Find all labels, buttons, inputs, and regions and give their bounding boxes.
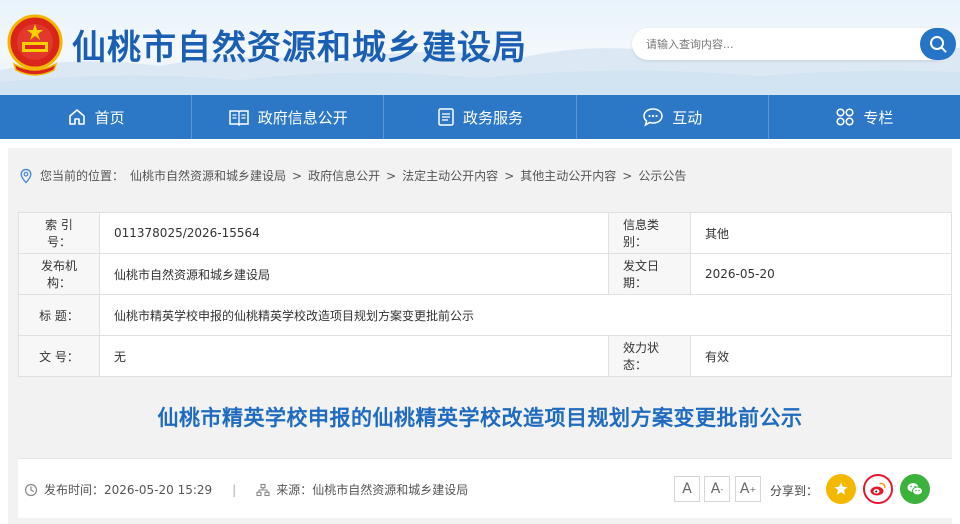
nav-item-home[interactable]: 首页 <box>0 95 193 139</box>
publish-time-label: 发布时间： <box>44 483 105 497</box>
breadcrumb-link[interactable]: 政府信息公开 <box>308 167 380 184</box>
breadcrumb-prefix: 您当前的位置： <box>40 169 125 183</box>
clock-icon <box>24 483 38 496</box>
share-label: 分享到： <box>770 484 819 498</box>
table-row: 发布机构： 仙桃市自然资源和城乡建设局 发文日期： 2026-05-20 <box>18 253 952 295</box>
location-icon <box>20 168 32 184</box>
nav-item-gov-info[interactable]: 政府信息公开 <box>192 95 385 139</box>
meta-divider: | <box>232 482 237 497</box>
nav-label: 互动 <box>672 108 703 127</box>
font-minus-mark: - <box>720 484 724 494</box>
font-size-large-button[interactable]: A + <box>735 476 761 502</box>
grid-icon <box>836 108 854 126</box>
category-label: 信息类别： <box>608 212 691 254</box>
table-row: 标 题： 仙桃市精英学校申报的仙桃精英学校改造项目规划方案变更批前公示 <box>18 294 952 336</box>
source-label: 来源： <box>276 483 313 497</box>
font-size-glyph: A <box>739 481 750 497</box>
source-value: 仙桃市自然资源和城乡建设局 <box>312 483 469 497</box>
date-label: 发文日期： <box>608 253 691 295</box>
font-plus-mark: + <box>749 484 757 494</box>
date-value: 2026-05-20 <box>690 253 952 295</box>
site-header: 仙桃市自然资源和城乡建设局 <box>0 0 960 95</box>
table-row: 索 引 号： 011378025/2026-15564 信息类别： 其他 <box>18 212 952 254</box>
article-meta-bar: 发布时间： 2026-05-20 15:29 | 来源： 仙桃市自然资源和城乡建… <box>18 458 952 518</box>
national-emblem <box>7 14 63 76</box>
site-title: 仙桃市自然资源和城乡建设局 <box>72 28 527 68</box>
title-value: 仙桃市精英学校申报的仙桃精英学校改造项目规划方案变更批前公示 <box>99 294 952 336</box>
org-icon <box>256 483 270 496</box>
docno-value: 无 <box>99 335 609 377</box>
category-value: 其他 <box>690 212 952 254</box>
index-label: 索 引 号： <box>18 212 100 254</box>
breadcrumb-separator: > <box>504 168 515 183</box>
publish-time-value: 2026-05-20 15:29 <box>104 482 213 497</box>
nav-label: 政务服务 <box>463 108 524 127</box>
breadcrumb-link[interactable]: 其他主动公开内容 <box>520 167 616 184</box>
search-button[interactable] <box>920 28 956 60</box>
table-row: 文 号： 无 效力状态： 有效 <box>18 335 952 377</box>
breadcrumb-link[interactable]: 仙桃市自然资源和城乡建设局 <box>130 167 286 184</box>
publisher-label: 发布机构： <box>18 253 100 295</box>
status-label: 效力状态： <box>608 335 691 377</box>
share-favorite-button[interactable] <box>826 474 856 504</box>
nav-item-special[interactable]: 专栏 <box>769 95 960 139</box>
breadcrumb: 您当前的位置： 仙桃市自然资源和城乡建设局 > 政府信息公开 > 法定主动公开内… <box>18 167 686 184</box>
search-icon <box>930 36 947 53</box>
title-label: 标 题： <box>18 294 100 336</box>
star-icon <box>834 482 848 495</box>
nav-item-interaction[interactable]: 互动 <box>577 95 769 139</box>
docno-label: 文 号： <box>18 335 100 377</box>
breadcrumb-separator: > <box>386 168 397 183</box>
font-size-small-button[interactable]: A <box>674 476 700 502</box>
status-value: 有效 <box>690 335 952 377</box>
main-nav: 首页 政府信息公开 政务服务 互动 专栏 <box>0 95 960 139</box>
document-icon <box>438 108 454 126</box>
breadcrumb-link[interactable]: 公示公告 <box>638 167 686 184</box>
book-icon <box>229 110 249 126</box>
nav-label: 专栏 <box>863 108 894 127</box>
chat-icon <box>643 108 663 127</box>
index-value: 011378025/2026-15564 <box>99 212 609 254</box>
nav-label: 政府信息公开 <box>257 108 348 127</box>
share-wechat-button[interactable] <box>900 474 930 504</box>
breadcrumb-separator: > <box>622 168 633 183</box>
breadcrumb-separator: > <box>292 168 303 183</box>
search-box <box>632 28 956 60</box>
wechat-icon <box>907 483 923 496</box>
document-info-table: 索 引 号： 011378025/2026-15564 信息类别： 其他 发布机… <box>18 212 952 377</box>
search-input[interactable] <box>646 34 896 54</box>
meta-info: 发布时间： 2026-05-20 15:29 | 来源： 仙桃市自然资源和城乡建… <box>24 481 468 498</box>
weibo-icon <box>870 482 886 496</box>
breadcrumb-link[interactable]: 法定主动公开内容 <box>402 167 498 184</box>
nav-item-services[interactable]: 政务服务 <box>384 95 577 139</box>
publisher-value: 仙桃市自然资源和城乡建设局 <box>99 253 609 295</box>
nav-label: 首页 <box>94 108 125 127</box>
font-size-medium-button[interactable]: A- <box>704 476 730 502</box>
font-size-glyph: A <box>710 481 721 497</box>
article-title: 仙桃市精英学校申报的仙桃精英学校改造项目规划方案变更批前公示 <box>157 406 803 430</box>
share-weibo-button[interactable] <box>863 474 893 504</box>
home-icon <box>68 109 85 125</box>
